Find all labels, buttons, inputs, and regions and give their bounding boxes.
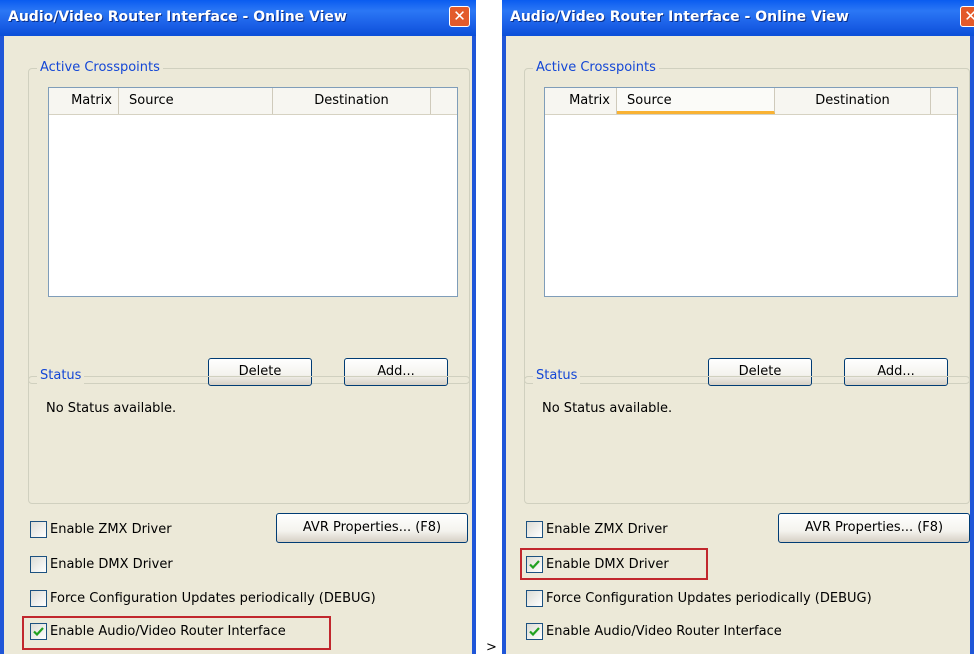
avr-properties-button[interactable]: AVR Properties... (F8)	[778, 513, 970, 543]
checkbox-label: Enable ZMX Driver	[50, 522, 172, 537]
checkbox-box[interactable]	[526, 590, 543, 607]
router-window-before: Audio/Video Router Interface - Online Vi…	[0, 0, 476, 654]
checkbox-label: Force Configuration Updates periodically…	[50, 591, 376, 606]
column-header-destination[interactable]: Destination	[273, 88, 431, 114]
checkmark-icon	[529, 627, 540, 637]
close-icon[interactable]: ✕	[960, 6, 974, 27]
status-group-label: Status	[533, 368, 581, 384]
crosspoints-list[interactable]: Matrix Source Destination	[544, 87, 958, 297]
checkbox-box[interactable]	[526, 623, 543, 640]
status-group: Status No Status available.	[524, 368, 970, 504]
router-window-after: Audio/Video Router Interface - Online Vi…	[502, 0, 974, 654]
checkbox-box[interactable]	[30, 521, 47, 538]
close-icon[interactable]: ✕	[449, 6, 470, 27]
checkbox-box[interactable]	[526, 521, 543, 538]
highlight-box	[520, 548, 708, 580]
checkbox-label: Enable Audio/Video Router Interface	[546, 624, 782, 639]
column-header-matrix[interactable]: Matrix	[545, 88, 617, 114]
active-crosspoints-label: Active Crosspoints	[37, 60, 163, 76]
status-text: No Status available.	[46, 401, 177, 416]
active-crosspoints-group: Active Crosspoints Matrix Source Destina…	[524, 60, 970, 386]
arrow-separator: >	[486, 640, 497, 655]
status-group: Status No Status available.	[28, 368, 470, 504]
status-group-label: Status	[37, 368, 85, 384]
title-bar[interactable]: Audio/Video Router Interface - Online Vi…	[502, 0, 974, 36]
checkbox-box[interactable]	[30, 590, 47, 607]
column-header-source[interactable]: Source	[617, 88, 775, 114]
list-header: Matrix Source Destination	[545, 88, 957, 115]
window-client-area: Active Crosspoints Matrix Source Destina…	[4, 36, 472, 654]
crosspoints-list[interactable]: Matrix Source Destination	[48, 87, 458, 297]
column-header-matrix[interactable]: Matrix	[49, 88, 119, 114]
window-client-area: Active Crosspoints Matrix Source Destina…	[506, 36, 970, 654]
checkbox-label: Force Configuration Updates periodically…	[546, 591, 872, 606]
status-text: No Status available.	[542, 401, 673, 416]
active-crosspoints-label: Active Crosspoints	[533, 60, 659, 76]
column-header-source[interactable]: Source	[119, 88, 273, 114]
checkbox-label: Enable DMX Driver	[50, 557, 173, 572]
title-bar[interactable]: Audio/Video Router Interface - Online Vi…	[0, 0, 476, 36]
checkbox-label: Enable ZMX Driver	[546, 522, 668, 537]
checkbox-box[interactable]	[30, 556, 47, 573]
list-header: Matrix Source Destination	[49, 88, 457, 115]
column-header-destination[interactable]: Destination	[775, 88, 931, 114]
window-title: Audio/Video Router Interface - Online Vi…	[8, 9, 347, 25]
avr-properties-button[interactable]: AVR Properties... (F8)	[276, 513, 468, 543]
highlight-box	[22, 616, 331, 650]
window-title: Audio/Video Router Interface - Online Vi…	[510, 9, 849, 25]
active-crosspoints-group: Active Crosspoints Matrix Source Destina…	[28, 60, 470, 386]
